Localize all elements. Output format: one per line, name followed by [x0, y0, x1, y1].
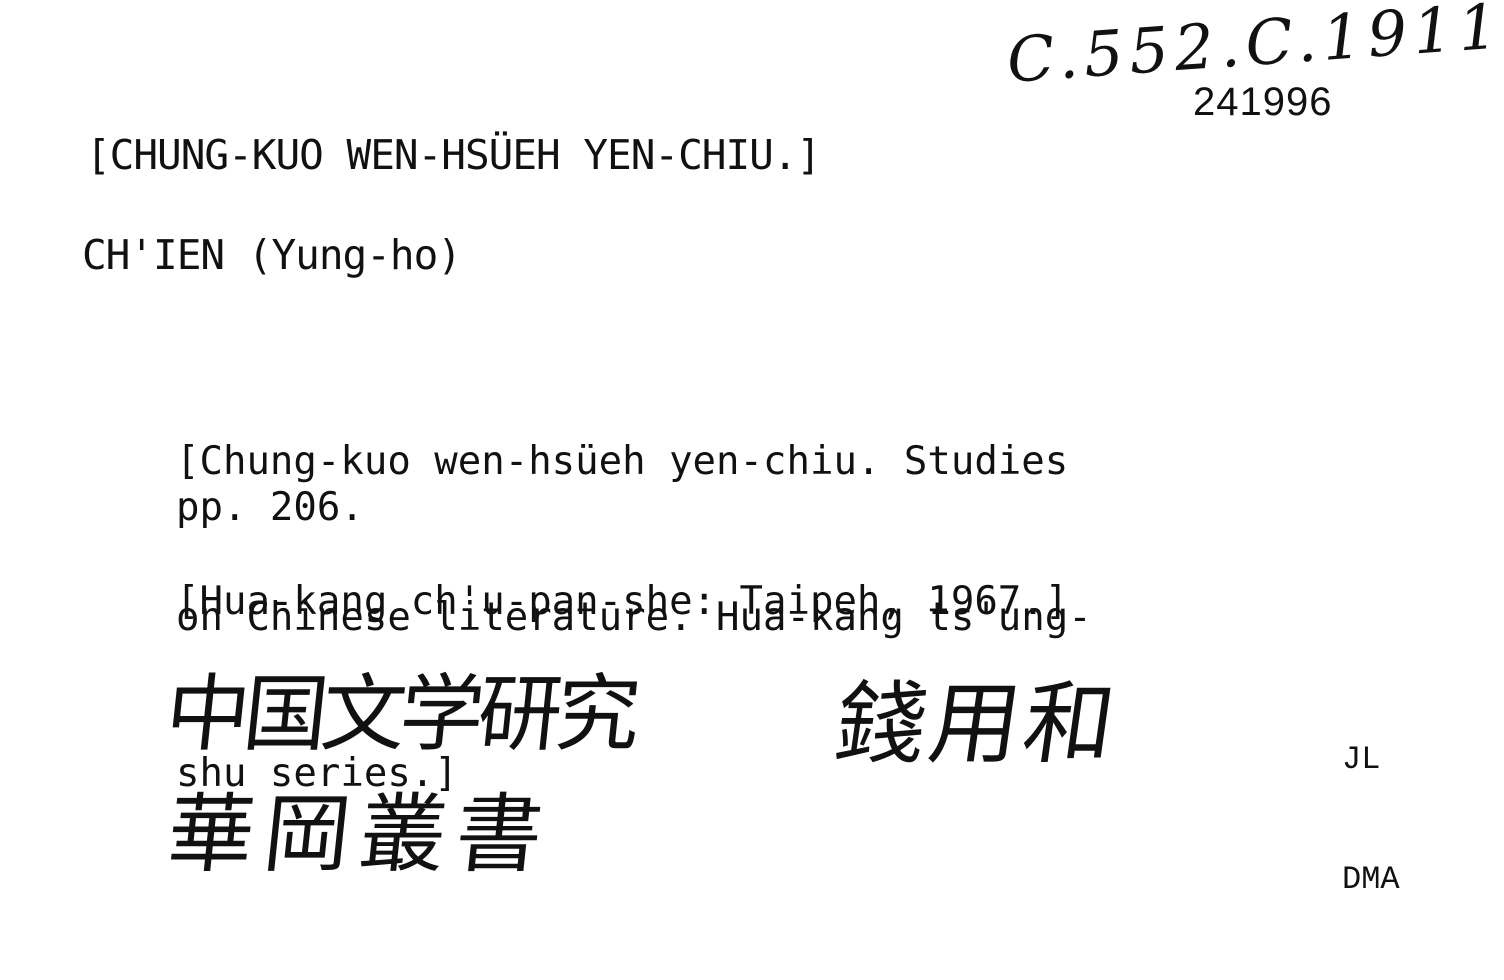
catalog-card: C.552.C.1911 241996 [CHUNG-KUO WEN-HSÜEH…	[0, 0, 1504, 912]
handwritten-series-cjk: 華岡叢書	[162, 785, 558, 885]
handwritten-title-cjk: 中国文学研究	[160, 665, 640, 763]
cataloger-initials: JL DMA	[1342, 660, 1419, 980]
title-heading: [CHUNG-KUO WEN-HSÜEH YEN-CHIU.]	[86, 131, 821, 179]
imprint: [Hua-kang ch'u-pan-she: Taipeh, 1967.]	[176, 579, 1069, 624]
call-number: C.552.C.1911	[1004, 0, 1504, 97]
cataloger-initial: JL	[1342, 741, 1381, 778]
cataloger-initial: DMA	[1342, 861, 1400, 898]
description-line: [Chung-kuo wen-hsüeh yen-chiu. Studies	[176, 439, 1069, 484]
pagination: pp. 206.	[176, 485, 364, 530]
handwritten-author-cjk: 錢用和	[828, 672, 1126, 777]
accession-number: 241996	[1193, 80, 1333, 124]
author-heading: CH'IEN (Yung-ho)	[82, 231, 462, 279]
